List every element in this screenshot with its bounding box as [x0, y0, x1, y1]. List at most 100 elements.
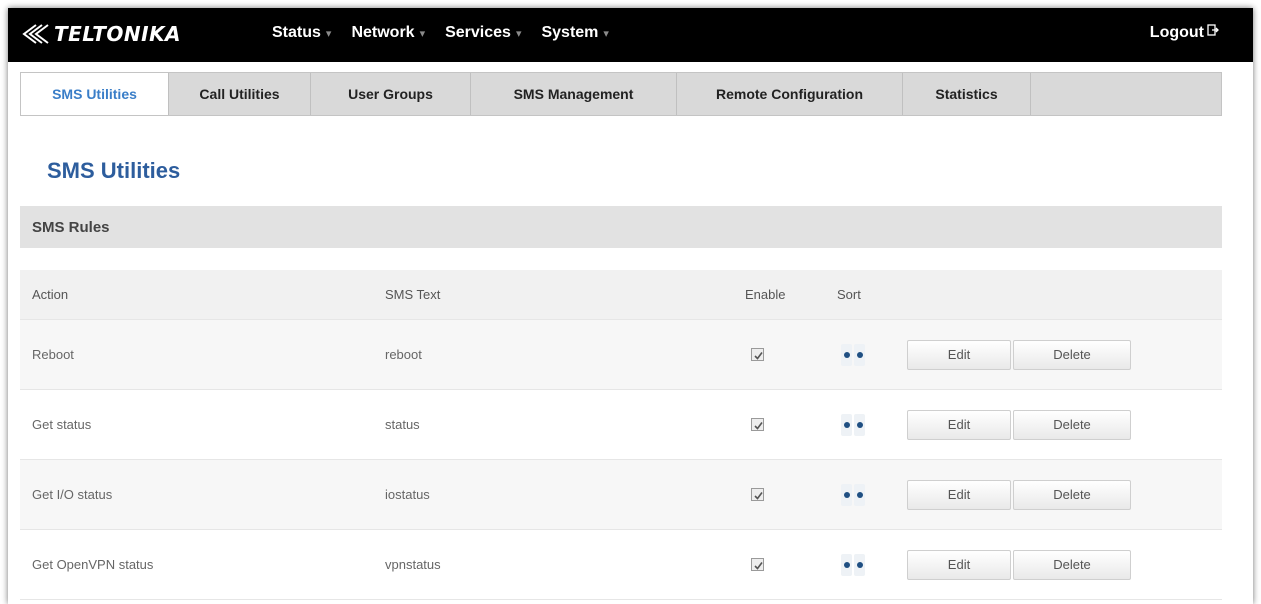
- chevron-down-icon: ▾: [419, 27, 426, 40]
- arrow-up-icon: [843, 561, 850, 568]
- tab-label: SMS Management: [513, 86, 634, 102]
- nav-services[interactable]: Services ▾: [445, 24, 521, 42]
- tab-call-utilities[interactable]: Call Utilities: [169, 73, 311, 115]
- teltonika-logo[interactable]: TELTONIKA: [22, 22, 181, 46]
- arrow-down-icon: [856, 561, 863, 568]
- move-up-button[interactable]: [841, 413, 852, 436]
- nav-services-label: Services: [445, 24, 511, 41]
- row-actions: Edit Delete: [907, 479, 1131, 510]
- arrow-down-icon: [856, 421, 863, 428]
- nav-network[interactable]: Network ▾: [351, 24, 425, 42]
- nav-status-label: Status: [272, 24, 321, 41]
- tab-sms-utilities[interactable]: SMS Utilities: [21, 73, 169, 115]
- sms-text-cell: vpnstatus: [385, 557, 441, 572]
- action-cell: Get OpenVPN status: [32, 557, 154, 572]
- enable-checkbox[interactable]: [751, 348, 764, 361]
- brand-name: TELTONIKA: [54, 22, 182, 46]
- move-down-button[interactable]: [854, 343, 865, 366]
- sort-cell: [837, 483, 907, 506]
- arrow-up-icon: [843, 351, 850, 358]
- sms-rules-table: Action SMS Text Enable Sort Reboot reboo…: [20, 270, 1222, 600]
- nav-status[interactable]: Status ▾: [272, 24, 331, 42]
- chevron-down-icon: ▾: [515, 27, 522, 40]
- arrow-up-icon: [843, 421, 850, 428]
- nav-network-label: Network: [351, 24, 415, 41]
- table-header-row: Action SMS Text Enable Sort: [20, 270, 1222, 320]
- tab-statistics[interactable]: Statistics: [903, 73, 1031, 115]
- top-navigation-bar: TELTONIKA Status ▾ Network ▾ Services ▾ …: [8, 8, 1253, 62]
- column-header-sort: Sort: [837, 287, 861, 302]
- nav-system-label: System: [541, 24, 599, 41]
- tab-sms-management[interactable]: SMS Management: [471, 73, 677, 115]
- logout-icon: [1207, 24, 1219, 36]
- section-header: SMS Rules: [20, 206, 1222, 248]
- tab-bar: SMS Utilities Call Utilities User Groups…: [20, 72, 1222, 116]
- enable-checkbox[interactable]: [751, 558, 764, 571]
- delete-button[interactable]: Delete: [1013, 479, 1131, 510]
- checkmark-icon: [754, 562, 763, 570]
- tab-user-groups[interactable]: User Groups: [311, 73, 471, 115]
- sort-cell: [837, 553, 907, 576]
- sort-cell: [837, 413, 907, 436]
- teltonika-logo-icon: [22, 24, 49, 44]
- move-up-button[interactable]: [841, 343, 852, 366]
- app-window: TELTONIKA Status ▾ Network ▾ Services ▾ …: [8, 8, 1253, 604]
- table-row: Get OpenVPN status vpnstatus Edit Delete: [20, 530, 1222, 600]
- checkmark-icon: [754, 492, 763, 500]
- move-up-button[interactable]: [841, 553, 852, 576]
- sms-text-cell: reboot: [385, 347, 422, 362]
- chevron-down-icon: ▾: [603, 27, 609, 40]
- sms-text-cell: status: [385, 417, 420, 432]
- tab-remote-configuration[interactable]: Remote Configuration: [677, 73, 903, 115]
- enable-cell: [745, 348, 837, 361]
- action-cell: Get status: [32, 417, 92, 432]
- logout-button[interactable]: Logout: [1150, 24, 1219, 42]
- edit-button[interactable]: Edit: [907, 409, 1011, 440]
- enable-checkbox[interactable]: [751, 418, 764, 431]
- column-header-enable: Enable: [745, 287, 786, 302]
- column-header-sms-text: SMS Text: [385, 287, 441, 302]
- edit-button[interactable]: Edit: [907, 549, 1011, 580]
- enable-cell: [745, 488, 837, 501]
- sort-controls: [841, 553, 907, 576]
- sort-controls: [841, 413, 907, 436]
- enable-cell: [745, 418, 837, 431]
- move-down-button[interactable]: [854, 553, 865, 576]
- move-down-button[interactable]: [854, 483, 865, 506]
- nav-system[interactable]: System ▾: [541, 24, 608, 42]
- column-header-action: Action: [32, 287, 69, 302]
- row-actions: Edit Delete: [907, 549, 1131, 580]
- delete-button[interactable]: Delete: [1013, 549, 1131, 580]
- edit-button[interactable]: Edit: [907, 479, 1011, 510]
- tab-label: SMS Utilities: [52, 86, 137, 102]
- action-cell: Reboot: [32, 347, 74, 362]
- arrow-down-icon: [856, 351, 863, 358]
- table-row: Get I/O status iostatus Edit Delete: [20, 460, 1222, 530]
- tab-label: Remote Configuration: [716, 86, 863, 102]
- tab-label: Call Utilities: [199, 86, 280, 102]
- action-cell: Get I/O status: [32, 487, 113, 502]
- move-up-button[interactable]: [841, 483, 852, 506]
- row-actions: Edit Delete: [907, 409, 1131, 440]
- sort-controls: [841, 343, 907, 366]
- logout-label: Logout: [1149, 24, 1204, 41]
- sort-controls: [841, 483, 907, 506]
- row-actions: Edit Delete: [907, 339, 1131, 370]
- tab-label: User Groups: [348, 86, 433, 102]
- edit-button[interactable]: Edit: [907, 339, 1011, 370]
- delete-button[interactable]: Delete: [1013, 339, 1131, 370]
- enable-checkbox[interactable]: [751, 488, 764, 501]
- move-down-button[interactable]: [854, 413, 865, 436]
- main-menu: Status ▾ Network ▾ Services ▾ System ▾: [272, 24, 629, 42]
- arrow-up-icon: [843, 491, 850, 498]
- checkmark-icon: [754, 422, 763, 430]
- sort-cell: [837, 343, 907, 366]
- table-row: Reboot reboot Edit Delete: [20, 320, 1222, 390]
- enable-cell: [745, 558, 837, 571]
- arrow-down-icon: [856, 491, 863, 498]
- sms-text-cell: iostatus: [385, 487, 430, 502]
- table-row: Get status status Edit Delete: [20, 390, 1222, 460]
- delete-button[interactable]: Delete: [1013, 409, 1131, 440]
- checkmark-icon: [754, 352, 763, 360]
- tab-label: Statistics: [935, 86, 998, 102]
